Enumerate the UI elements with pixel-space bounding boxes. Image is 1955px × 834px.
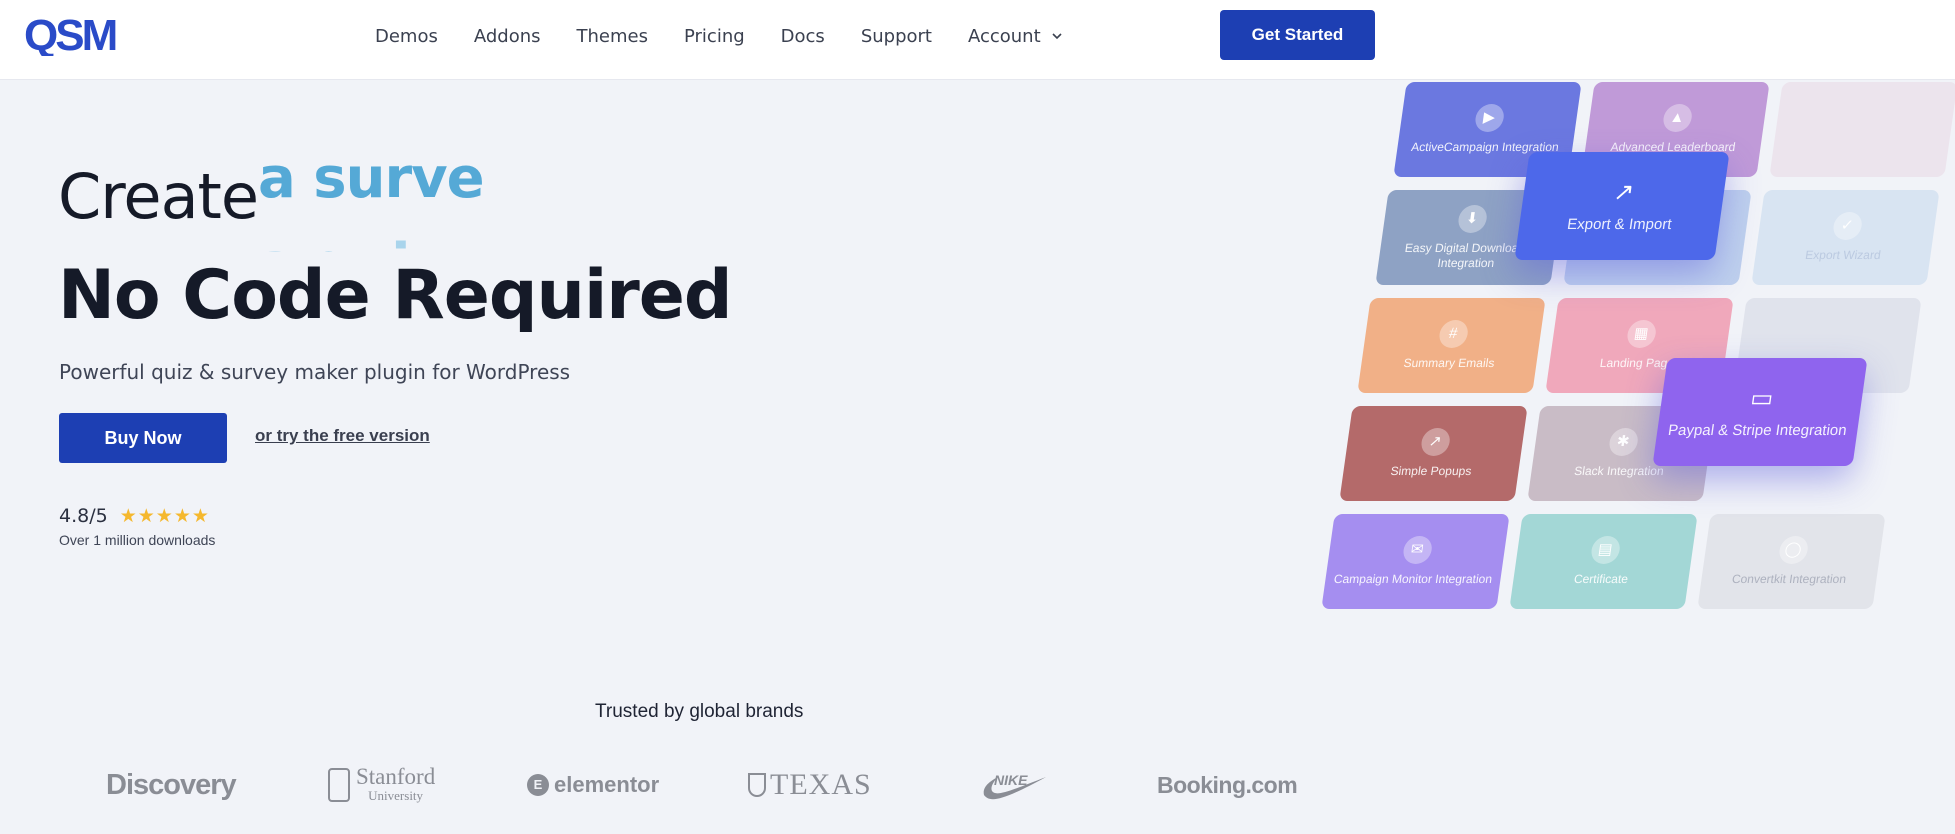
export-icon: ↗ <box>1611 178 1636 206</box>
elementor-wordmark: elementor <box>554 772 660 797</box>
nav-account-label: Account <box>967 25 1041 47</box>
nav-themes[interactable]: Themes <box>577 26 648 47</box>
get-started-button[interactable]: Get Started <box>1220 10 1375 60</box>
hero-rotating-words: a surve a quiz <box>258 146 518 252</box>
hero-headline: No Code Required <box>58 256 733 335</box>
stanford-name: Stanford <box>356 764 436 789</box>
tile-label: Export & Import <box>1566 216 1673 233</box>
buy-now-button[interactable]: Buy Now <box>59 413 227 463</box>
rating-score: 4.8/5 <box>59 505 108 527</box>
tile-label: Certificate <box>1572 572 1629 587</box>
certificate-icon: ▤ <box>1589 536 1622 565</box>
texas-logo: TEXAS <box>748 760 872 810</box>
tile-label: Export Wizard <box>1804 248 1882 263</box>
downloads-count: Over 1 million downloads <box>59 532 216 548</box>
tile-label: Slack Integration <box>1573 464 1665 479</box>
hash-icon: # <box>1437 320 1470 349</box>
svg-text:NIKE: NIKE <box>994 772 1028 788</box>
nike-logo: NIKE <box>980 760 1050 810</box>
svg-text:QSM: QSM <box>24 14 116 56</box>
tile-export-wizard[interactable]: ✓ Export Wizard <box>1751 190 1940 285</box>
nike-swoosh-icon: NIKE <box>983 772 1046 800</box>
tile-label: Simple Popups <box>1389 464 1473 479</box>
trusted-title: Trusted by global brands <box>595 701 804 722</box>
landing-page-icon: ▦ <box>1625 320 1658 349</box>
star-icon: ★★★★★ <box>119 505 210 527</box>
discovery-logo: Discovery <box>106 768 237 801</box>
hero-create-word: Create <box>58 160 259 233</box>
tile-faded-top-right <box>1769 82 1955 177</box>
tile-convertkit[interactable]: ◯ Convertkit Integration <box>1697 514 1886 609</box>
nav-account[interactable]: Account <box>968 26 1063 47</box>
hero-subtitle: Powerful quiz & survey maker plugin for … <box>59 360 571 384</box>
stanford-logo: Stanford University <box>328 760 435 810</box>
nav-demos[interactable]: Demos <box>375 26 438 47</box>
texas-wordmark: TEXAS <box>770 768 872 801</box>
tile-label: Paypal & Stripe Integration <box>1666 422 1848 439</box>
site-header: QSM Demos Addons Themes Pricing Docs Sup… <box>0 0 1955 80</box>
popup-icon: ↗ <box>1419 428 1452 457</box>
booking-logo: Booking.com <box>1157 771 1298 798</box>
nav-addons[interactable]: Addons <box>474 26 541 47</box>
tile-certificate[interactable]: ▤ Certificate <box>1509 514 1698 609</box>
rotating-word-quiz: a quiz <box>258 232 442 252</box>
tile-simple-popups[interactable]: ↗ Simple Popups <box>1339 406 1528 501</box>
nav-docs[interactable]: Docs <box>781 26 825 47</box>
download-icon: ⬇ <box>1456 205 1489 234</box>
elementor-icon: E <box>527 774 549 796</box>
convertkit-icon: ◯ <box>1777 536 1810 565</box>
tile-campaign-monitor[interactable]: ✉ Campaign Monitor Integration <box>1321 514 1510 609</box>
rotating-word-survey: a surve <box>258 146 485 211</box>
tile-label: Convertkit Integration <box>1730 572 1848 587</box>
leaderboard-icon: ▲ <box>1661 104 1694 133</box>
addons-tile-grid: ▶ ActiveCampaign Integration ▲ Advanced … <box>1300 80 1955 620</box>
free-version-link[interactable]: or try the free version <box>255 426 430 446</box>
nav-pricing[interactable]: Pricing <box>684 26 745 47</box>
tile-label: Campaign Monitor Integration <box>1332 572 1494 587</box>
payment-card-icon: ▭ <box>1748 384 1776 412</box>
rating: 4.8/5 ★★★★★ <box>59 505 210 527</box>
elementor-logo: E elementor <box>527 760 659 810</box>
tile-label: Summary Emails <box>1402 356 1496 371</box>
slack-icon: ✱ <box>1607 428 1640 457</box>
chevron-down-icon <box>1052 33 1062 40</box>
tile-label: Landing Page <box>1598 356 1676 371</box>
qsm-logo[interactable]: QSM <box>24 14 118 56</box>
stanford-university: University <box>368 788 424 803</box>
mail-icon: ✉ <box>1401 536 1434 565</box>
texas-shield-icon <box>748 773 766 797</box>
main-nav: Demos Addons Themes Pricing Docs Support… <box>375 0 1099 72</box>
check-icon: ✓ <box>1831 212 1864 241</box>
play-icon: ▶ <box>1473 104 1506 133</box>
tile-summary-emails[interactable]: # Summary Emails <box>1357 298 1546 393</box>
nav-support[interactable]: Support <box>861 26 932 47</box>
stanford-tree-icon <box>328 768 350 802</box>
tile-export-import[interactable]: ↗ Export & Import <box>1514 152 1730 260</box>
tile-paypal-stripe[interactable]: ▭ Paypal & Stripe Integration <box>1652 358 1868 466</box>
brand-logos: Discovery Stanford University E elemento… <box>0 760 1400 820</box>
